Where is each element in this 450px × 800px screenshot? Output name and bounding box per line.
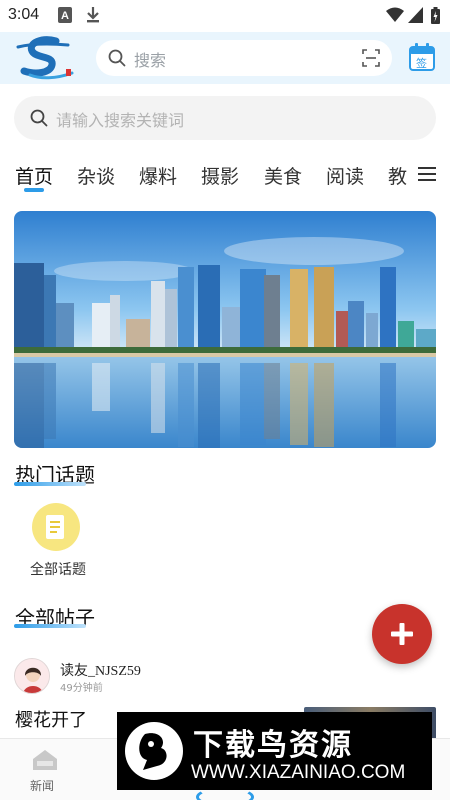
hamburger-menu-icon[interactable] [418, 166, 436, 182]
watermark-url: WWW.XIAZAINIAO.COM [191, 762, 406, 783]
nav-item-news[interactable]: 新闻 [0, 739, 90, 800]
status-time: 3:04 [8, 6, 40, 23]
topic-all-topics[interactable]: 全部话题 [18, 503, 98, 581]
search-icon [30, 109, 48, 127]
topic-all-topics-label: 全部话题 [30, 562, 86, 578]
a-icon: A [58, 7, 72, 23]
plus-icon [391, 623, 413, 645]
add-post-button[interactable] [372, 604, 432, 664]
tab-education[interactable]: 教 [388, 162, 407, 189]
download-icon [87, 7, 99, 23]
post-time: 49分钟前 [60, 683, 103, 694]
keyword-search-bar[interactable]: 请输入搜索关键词 [14, 96, 436, 140]
home-icon [33, 750, 57, 770]
banner-carousel[interactable] [14, 211, 436, 448]
all-posts-underline [14, 624, 86, 628]
svg-text:A: A [61, 10, 69, 22]
watermark-title: 下载鸟资源 [193, 728, 353, 763]
s-logo[interactable] [16, 35, 74, 81]
avatar[interactable] [14, 658, 50, 694]
tab-food[interactable]: 美食 [264, 162, 302, 189]
tab-chat[interactable]: 杂谈 [77, 162, 115, 189]
wifi-icon [386, 7, 404, 22]
active-tab-indicator [24, 188, 44, 192]
category-tabs: 首页 杂谈 爆料 摄影 美食 阅读 教 [0, 150, 450, 196]
hot-topics-underline [14, 482, 86, 486]
search-icon [108, 49, 126, 67]
calendar-sign-icon[interactable]: 签 [409, 43, 435, 71]
post-author[interactable]: 读友_NJSZ59 [60, 660, 141, 680]
tab-reading[interactable]: 阅读 [326, 162, 364, 189]
calendar-sign-label: 签 [416, 57, 427, 70]
topic-all-topics-badge [32, 503, 80, 551]
nav-item-news-label: 新闻 [30, 779, 55, 793]
keyword-search-placeholder: 请输入搜索关键词 [56, 111, 185, 130]
tab-photography[interactable]: 摄影 [201, 162, 239, 189]
post-title[interactable]: 樱花开了 [15, 706, 87, 732]
scan-icon[interactable] [362, 49, 380, 67]
header-search-bar[interactable]: 搜索 [96, 40, 392, 76]
battery-icon [431, 7, 440, 24]
status-bar: 3:04 A [0, 0, 450, 32]
tab-home[interactable]: 首页 [15, 162, 53, 189]
signal-icon [408, 7, 423, 23]
city-skyline-image [14, 211, 436, 448]
tab-news-tips[interactable]: 爆料 [139, 162, 177, 189]
watermark-overlay: 下载鸟资源 WWW.XIAZAINIAO.COM [117, 712, 432, 790]
header-search-placeholder: 搜索 [134, 51, 167, 70]
app-header: 搜索 签 [0, 32, 450, 84]
document-icon [46, 515, 64, 539]
bird-logo-icon [125, 722, 183, 780]
user-avatar-image [15, 659, 49, 693]
